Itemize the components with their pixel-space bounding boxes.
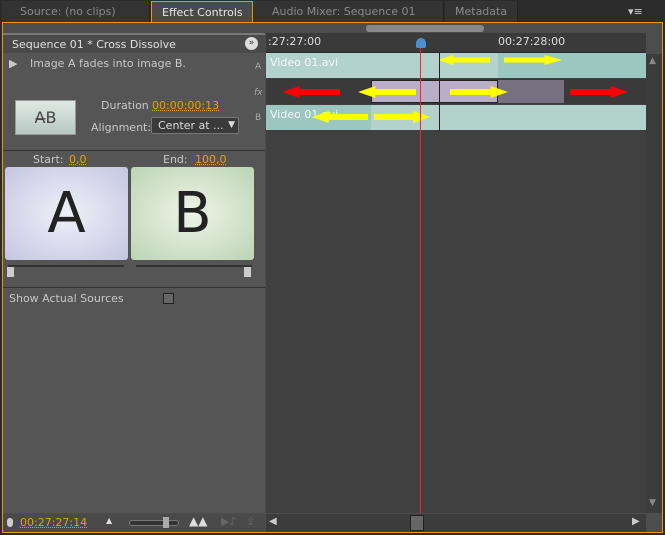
panel-menu-icon[interactable]: ▾≡ <box>628 5 643 18</box>
zoom-out-icon[interactable]: ▲ <box>106 516 112 525</box>
duration-value[interactable]: 00:00:00:13 <box>152 99 219 112</box>
tab-metadata[interactable]: Metadata <box>445 1 518 23</box>
zoom-slider-handle[interactable] <box>163 517 169 528</box>
effect-header: Sequence 01 * Cross Dissolve » <box>3 33 265 53</box>
alignment-label: Alignment: <box>91 121 152 134</box>
chevron-down-icon: ▼ <box>228 120 235 130</box>
track-b-label: B <box>255 113 262 123</box>
preview-a: A <box>5 167 128 260</box>
show-sources-label: Show Actual Sources <box>9 292 124 305</box>
start-slider-handle[interactable] <box>7 267 14 277</box>
track-fx-label: fx <box>254 88 263 98</box>
end-slider[interactable] <box>136 265 252 267</box>
edit-line <box>439 53 440 131</box>
start-slider[interactable] <box>8 265 124 267</box>
preview-b: B <box>131 167 254 260</box>
end-value[interactable]: 100,0 <box>195 153 227 166</box>
end-label: End: <box>163 153 188 166</box>
track-a-label: A <box>255 62 262 72</box>
alignment-value: Center at ... <box>158 119 224 132</box>
scroll-right-icon[interactable]: ▶ <box>632 516 640 527</box>
ruler-time-start: :27:27:00 <box>268 35 322 48</box>
tab-source[interactable]: Source: (no clips) <box>2 1 150 23</box>
export-icon[interactable]: ⇪ <box>246 515 255 528</box>
zoom-bar[interactable] <box>366 25 484 32</box>
clip-a-name: Video 01.avi <box>270 56 339 69</box>
track-a-clip[interactable]: Video 01.avi <box>266 53 646 78</box>
playhead-handle[interactable] <box>416 38 426 48</box>
scroll-left-icon[interactable]: ◀ <box>269 516 277 527</box>
zoom-slider[interactable] <box>129 520 179 526</box>
footer-bar: 00:27:27:14 ▲ ▲▲ ▶♪ ⇪ <box>3 514 265 532</box>
effect-title: Sequence 01 * Cross Dissolve <box>12 38 176 51</box>
time-ruler[interactable]: :27:27:00 00:27:28:00 <box>266 25 646 53</box>
scroll-thumb[interactable] <box>410 515 424 531</box>
end-slider-handle[interactable] <box>244 267 251 277</box>
effect-settings: Sequence 01 * Cross Dissolve » ▶ Image A… <box>3 33 265 513</box>
ruler-time-mid: 00:27:28:00 <box>498 35 566 48</box>
marker-icon <box>7 518 13 527</box>
scroll-up-icon[interactable]: ▲ <box>649 56 656 66</box>
audio-icon[interactable]: ▶♪ <box>221 515 236 528</box>
tab-effect-controls[interactable]: Effect Controls ✕ <box>151 1 253 41</box>
zoom-in-icon[interactable]: ▲▲ <box>189 514 207 528</box>
start-value[interactable]: 0,0 <box>69 153 87 166</box>
transition-thumbnail: A̶B <box>15 100 76 135</box>
tab-label: Effect Controls <box>162 6 243 19</box>
current-timecode[interactable]: 00:27:27:14 <box>20 516 87 529</box>
effect-description: Image A fades into image B. <box>30 57 186 70</box>
start-label: Start: <box>33 153 64 166</box>
scroll-down-icon[interactable]: ▼ <box>649 498 656 508</box>
duration-label: Duration <box>101 99 149 112</box>
play-preview-icon[interactable]: ▶ <box>9 57 17 70</box>
alignment-dropdown[interactable]: Center at ... ▼ <box>151 117 239 134</box>
vertical-scrollbar[interactable]: ▲ ▼ <box>646 54 662 513</box>
playhead-line[interactable] <box>420 48 421 513</box>
timeline: :27:27:00 00:27:28:00 Video 01.avi Video… <box>266 25 646 513</box>
horizontal-scrollbar[interactable]: ◀ ▶ <box>266 514 646 532</box>
go-to-icon[interactable]: » <box>245 37 258 50</box>
tab-audio-mixer[interactable]: Audio Mixer: Sequence 01 <box>254 1 444 23</box>
show-sources-checkbox[interactable] <box>163 293 174 304</box>
